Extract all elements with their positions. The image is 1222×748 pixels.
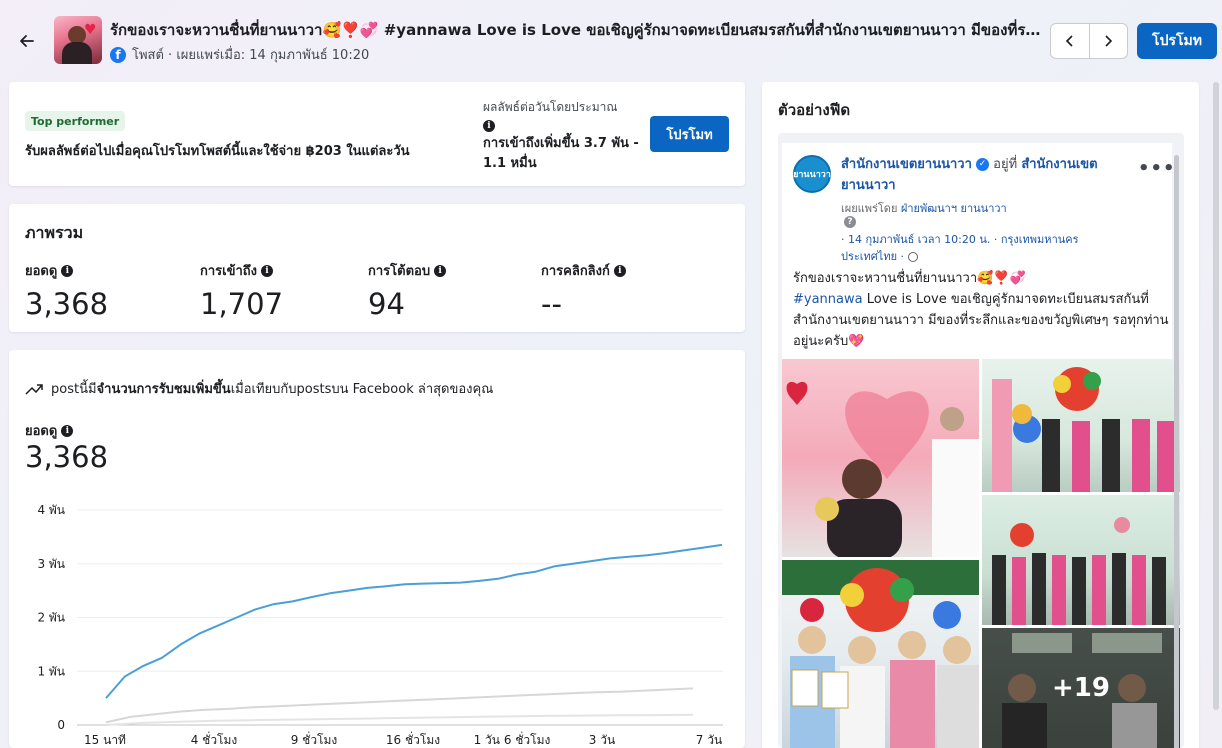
- metric-label: การคลิกลิงก์: [541, 264, 610, 279]
- top-performer-badge: Top performer: [25, 111, 126, 131]
- globe-icon: [907, 252, 918, 262]
- info-icon[interactable]: i: [613, 264, 626, 277]
- post-author: สำนักงานเขตยานนาวา ✓ อยู่ที่ สำนักงานเขต…: [841, 154, 1131, 196]
- metric-link-clicks: การคลิกลิงก์ i --: [541, 260, 626, 321]
- published-by: เผยแพร่โดย ฝ่ายพัฒนาฯ ยานนาวา: [841, 199, 1007, 217]
- promote-card-button[interactable]: โปรโมท: [650, 116, 729, 152]
- info-icon[interactable]: i: [261, 264, 274, 277]
- post-title: รักของเราจะหวานชื่นที่ยานนาวา🥰❣️💞 #yanna…: [110, 21, 1045, 39]
- overview-title: ภาพรวม: [25, 223, 84, 242]
- post-photo[interactable]: [982, 359, 1180, 492]
- metric-views: ยอดดู i 3,368: [25, 260, 108, 321]
- page-scrollbar[interactable]: [1213, 82, 1219, 710]
- page-name-link[interactable]: สำนักงานเขตยานนาวา: [841, 157, 972, 172]
- post-photo[interactable]: [782, 560, 979, 748]
- chevron-right-icon: [1105, 35, 1113, 47]
- back-button[interactable]: [14, 28, 40, 54]
- x-tick-label: 9 ชั่วโมง: [291, 731, 338, 747]
- post-photo[interactable]: [782, 359, 979, 557]
- verified-badge-icon: ✓: [976, 158, 990, 171]
- post-photo[interactable]: +19: [982, 628, 1180, 748]
- series-line-0[interactable]: [105, 543, 723, 699]
- metric-label: การเข้าถึง: [200, 264, 258, 279]
- metric-label: การโต้ตอบ: [368, 264, 431, 279]
- metric-value: 3,368: [25, 287, 109, 321]
- post-navigation: [1050, 23, 1128, 59]
- series-line-2[interactable]: [105, 713, 694, 726]
- metric-engagement: การโต้ตอบ i 94: [368, 260, 447, 321]
- at-text: อยู่ที่: [993, 157, 1018, 172]
- page-avatar[interactable]: ยานนาวา: [793, 155, 831, 193]
- metric-value: 1,707: [200, 287, 284, 321]
- views-chart-card: postนี้มีจำนวนการรับชมเพิ่มขึ้นเมื่อเทีย…: [9, 350, 745, 748]
- previous-post-button[interactable]: [1051, 24, 1089, 58]
- promo-description: รับผลลัพธ์ต่อไปเมื่อคุณโปรโมทโพสต์นี้และ…: [25, 144, 410, 159]
- promotion-card: Top performer รับผลลัพธ์ต่อไปเมื่อคุณโปร…: [9, 82, 745, 186]
- x-tick-label: 4 ชั่วโมง: [191, 731, 238, 747]
- estimate-label: ผลลัพธ์ต่อวันโดยประมาณ: [483, 100, 618, 114]
- arrow-left-icon: [20, 35, 34, 47]
- post-meta: โพสต์ · เผยแพร่เมื่อ: 14 กุมภาพันธ์ 10:2…: [132, 48, 370, 63]
- views-line-chart: 0 1 พัน 2 พัน 3 พัน 4 พัน 15 นาที 4 ชั่วโมง 9 ช…: [37, 503, 723, 747]
- publisher-link[interactable]: ฝ่ายพัฒนาฯ ยานนาวา: [901, 202, 1007, 215]
- info-icon[interactable]: i: [483, 120, 495, 132]
- post-subtitle: f โพสต์ · เผยแพร่เมื่อ: 14 กุมภาพันธ์ 10…: [110, 44, 369, 65]
- x-tick-label: 16 ชั่วโมง: [386, 731, 440, 747]
- help-icon[interactable]: ?: [844, 216, 856, 228]
- post-header: ♥ รักของเราจะหวานชื่นที่ยานนาวา🥰❣️💞 #yan…: [0, 0, 1222, 80]
- promote-button[interactable]: โปรโมท: [1137, 23, 1217, 59]
- x-tick-label: 1 วัน 6 ชั่วโมง: [474, 731, 551, 747]
- feed-preview-panel: ตัวอย่างฟีด ยานนาวา สำนักงานเขตยานนาวา ✓…: [762, 82, 1199, 748]
- preview-title: ตัวอย่างฟีด: [778, 101, 851, 119]
- post-thumbnail: ♥: [54, 16, 102, 64]
- y-tick-label: 3 พัน: [37, 557, 65, 571]
- estimate-value: การเข้าถึงเพิ่มขึ้น 3.7 พัน - 1.1 หมื่น: [483, 136, 639, 171]
- more-options-icon[interactable]: •••: [1138, 158, 1176, 179]
- y-tick-label: 0: [57, 718, 65, 732]
- info-icon[interactable]: i: [61, 264, 74, 277]
- facebook-icon: f: [110, 46, 126, 63]
- overview-card: ภาพรวม ยอดดู i 3,368 การเข้าถึง i 1,707 กา…: [9, 204, 745, 332]
- feed-frame: ยานนาวา สำนักงานเขตยานนาวา ✓ อยู่ที่ สำน…: [778, 133, 1184, 748]
- y-tick-label: 2 พัน: [37, 611, 65, 625]
- post-photo[interactable]: [982, 495, 1180, 625]
- more-photos-overlay[interactable]: +19: [982, 628, 1180, 748]
- y-tick-label: 1 พัน: [37, 664, 65, 678]
- preview-scrollbar[interactable]: [1174, 155, 1179, 748]
- chevron-left-icon: [1065, 35, 1073, 47]
- feed-post: ยานนาวา สำนักงานเขตยานนาวา ✓ อยู่ที่ สำน…: [782, 143, 1180, 748]
- metric-reach: การเข้าถึง i 1,707: [200, 260, 283, 321]
- metric-value: --: [541, 287, 562, 321]
- metric-value: 94: [368, 287, 405, 321]
- y-tick-label: 4 พัน: [37, 503, 65, 517]
- post-body: รักของเราจะหวานชื่นที่ยานนาวา🥰❣️💞 #yanna…: [793, 268, 1169, 352]
- metric-label: ยอดดู: [25, 264, 58, 279]
- x-tick-label: 7 วัน: [696, 733, 722, 747]
- next-post-button[interactable]: [1088, 24, 1127, 58]
- post-date[interactable]: · 14 กุมภาพันธ์ เวลา 10:20 น. · กรุงเทพม…: [841, 231, 1131, 265]
- info-icon[interactable]: i: [434, 264, 447, 277]
- post-date-text: · 14 กุมภาพันธ์ เวลา 10:20 น. · กรุงเทพม…: [841, 233, 1079, 263]
- x-tick-label: 15 นาที: [84, 733, 126, 747]
- hashtag-link[interactable]: #yannawa: [793, 292, 863, 307]
- published-by-prefix: เผยแพร่โดย: [841, 202, 898, 215]
- post-line1: รักของเราจะหวานชื่นที่ยานนาวา🥰❣️💞: [793, 271, 1026, 286]
- x-tick-label: 3 วัน: [589, 733, 615, 747]
